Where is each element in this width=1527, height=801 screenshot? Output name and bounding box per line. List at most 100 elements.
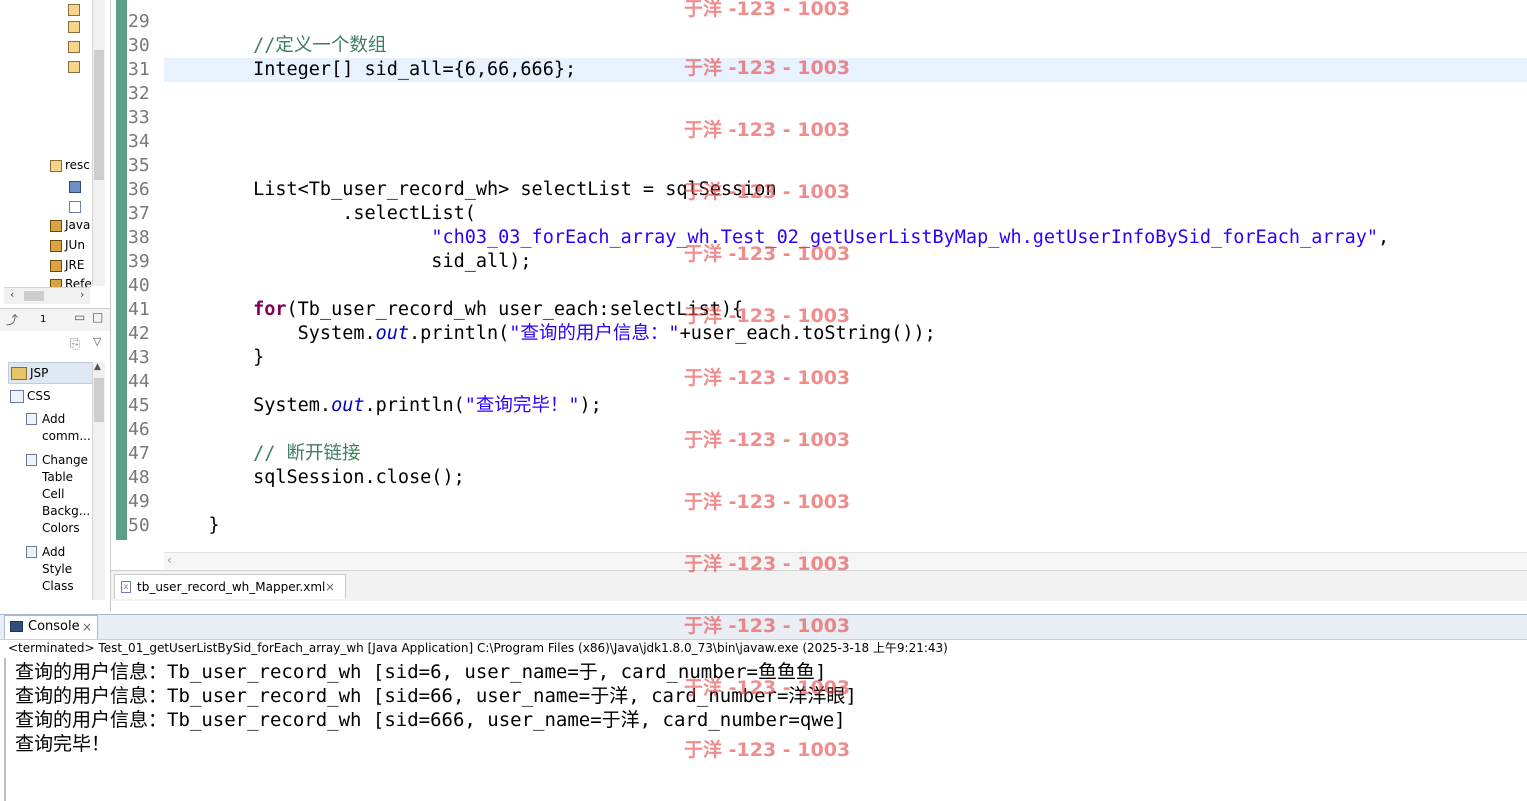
line-number: 34: [128, 131, 150, 152]
line-number: 48: [128, 467, 150, 488]
code-line[interactable]: Integer[] sid_all={6,66,666};: [164, 58, 576, 82]
line-number: 46: [128, 419, 150, 440]
folder-icon: [50, 159, 62, 172]
code-line[interactable]: List<Tb_user_record_wh> selectList = sql…: [164, 178, 777, 202]
snippet-item-add-style-class[interactable]: Add Style Class: [26, 544, 94, 595]
code-line[interactable]: }: [164, 346, 264, 370]
view-menu-icon[interactable]: ▽: [93, 335, 101, 348]
library-icon: [50, 239, 62, 252]
insert-snippet-icon[interactable]: ⎘: [70, 337, 80, 352]
line-number: 35: [128, 155, 150, 176]
line-number: 45: [128, 395, 150, 416]
xml-file-icon: [69, 200, 81, 213]
library-icon: [50, 278, 62, 287]
console-tab-label: Console: [28, 619, 80, 634]
tree-item-jre-library[interactable]: JRE: [50, 256, 84, 274]
line-number: 39: [128, 251, 150, 272]
tab-mapper-xml[interactable]: x tb_user_record_wh_Mapper.xml ×: [114, 574, 346, 599]
tree-row[interactable]: [68, 57, 83, 75]
line-number: 30: [128, 35, 150, 56]
close-tab-icon[interactable]: ×: [325, 575, 335, 599]
minimize-icon[interactable]: ▭: [74, 310, 85, 324]
editor-gutter-marker: [116, 0, 127, 540]
snippet-category-css[interactable]: CSS: [8, 386, 92, 406]
code-line[interactable]: System.out.println("查询完毕！");: [164, 394, 602, 418]
panel-number: 1: [40, 314, 47, 325]
line-number: 36: [128, 179, 150, 200]
editor-horizontal-scrollbar[interactable]: ‹: [164, 552, 1527, 569]
tab-console[interactable]: Console ×: [4, 615, 98, 639]
console-output-line: 查询的用户信息：Tb_user_record_wh [sid=6, user_n…: [15, 661, 827, 683]
code-line[interactable]: for(Tb_user_record_wh user_each:selectLi…: [164, 298, 743, 322]
tree-row[interactable]: [68, 0, 83, 18]
code-line[interactable]: System.out.println("查询的用户信息："+user_each.…: [164, 322, 936, 346]
scroll-left-icon[interactable]: ‹: [167, 553, 172, 567]
maximize-icon[interactable]: □: [92, 310, 103, 324]
line-number: 37: [128, 203, 150, 224]
snippet-item-change-table-cell-background[interactable]: Change Table Cell Backg... Colors: [26, 452, 94, 537]
tree-item-resources[interactable]: resc: [50, 156, 90, 174]
line-number: 47: [128, 443, 150, 464]
line-number: 44: [128, 371, 150, 392]
code-line[interactable]: //定义一个数组: [164, 34, 386, 58]
line-number: 29: [128, 11, 150, 32]
code-line[interactable]: "ch03_03_forEach_array_wh.Test_02_getUse…: [164, 226, 1389, 250]
code-line[interactable]: sqlSession.close();: [164, 466, 465, 490]
package-icon: [68, 40, 80, 53]
snippet-icon: [26, 413, 37, 425]
snippet-category-jsp[interactable]: JSP: [8, 362, 94, 384]
console-output-line: 查询完毕！: [15, 733, 111, 755]
library-icon: [50, 259, 62, 272]
line-number: 33: [128, 107, 150, 128]
code-line[interactable]: // 断开链接: [164, 442, 360, 466]
code-line[interactable]: sid_all);: [164, 250, 531, 274]
tree-item-referenced-libraries[interactable]: Refe: [50, 275, 92, 287]
tree-row[interactable]: [68, 37, 83, 55]
line-number: 43: [128, 347, 150, 368]
tree-vertical-scrollbar[interactable]: [92, 0, 105, 286]
package-icon: [68, 20, 80, 33]
scrollbar-thumb[interactable]: [94, 378, 104, 422]
package-icon: [68, 60, 80, 73]
snippets-panel-header: ⤴ 1 ▭ □: [0, 308, 110, 332]
xml-file-icon: x: [121, 581, 131, 593]
console-output-area[interactable]: 查询的用户信息：Tb_user_record_wh [sid=6, user_n…: [4, 658, 1527, 801]
snippet-icon: [26, 546, 37, 558]
tree-item-junit-library[interactable]: JUn: [50, 236, 85, 254]
console-output-line: 查询的用户信息：Tb_user_record_wh [sid=666, user…: [15, 709, 846, 731]
line-number: 49: [128, 491, 150, 512]
line-number: 38: [128, 227, 150, 248]
line-number: 50: [128, 515, 150, 536]
tree-row[interactable]: [68, 17, 83, 35]
tree-item[interactable]: [69, 197, 84, 215]
tree-horizontal-scrollbar[interactable]: ‹ ›: [4, 287, 90, 304]
snippet-item-add-comment[interactable]: Add comm...: [26, 411, 94, 445]
code-line[interactable]: }: [164, 514, 220, 538]
snippets-toolbar: ⎘ ▽: [0, 331, 110, 359]
table-icon: [69, 180, 81, 193]
tree-item-java-library[interactable]: Java: [50, 216, 90, 234]
line-number: 41: [128, 299, 150, 320]
snippets-vertical-scrollbar[interactable]: ▲: [92, 362, 105, 600]
line-number: 42: [128, 323, 150, 344]
tab-label: tb_user_record_wh_Mapper.xml: [137, 580, 326, 594]
console-output-line: 查询的用户信息：Tb_user_record_wh [sid=66, user_…: [15, 685, 857, 707]
console-status-text: <terminated> Test_01_getUserListBySid_fo…: [8, 641, 948, 655]
console-view-header: [0, 614, 1527, 640]
scroll-right-icon[interactable]: ›: [80, 288, 84, 301]
scroll-up-icon[interactable]: ▲: [94, 362, 101, 372]
line-number: 40: [128, 275, 150, 296]
close-console-icon[interactable]: ×: [82, 616, 92, 638]
drawer-icon: [10, 390, 24, 403]
package-icon: [68, 3, 80, 16]
scroll-left-icon[interactable]: ‹: [10, 288, 14, 301]
tree-item[interactable]: [69, 177, 84, 195]
package-explorer-panel: resc Java JUn JRE Refe ‹ › ⤴ 1 ▭ □ ⎘ ▽ J…: [0, 0, 111, 612]
snippets-icon: ⤴: [6, 313, 19, 327]
scrollbar-thumb[interactable]: [94, 50, 104, 180]
scrollbar-thumb[interactable]: [24, 291, 44, 301]
line-number: 32: [128, 83, 150, 104]
snippet-icon: [26, 454, 37, 466]
drawer-icon: [11, 367, 27, 380]
code-line[interactable]: .selectList(: [164, 202, 476, 226]
